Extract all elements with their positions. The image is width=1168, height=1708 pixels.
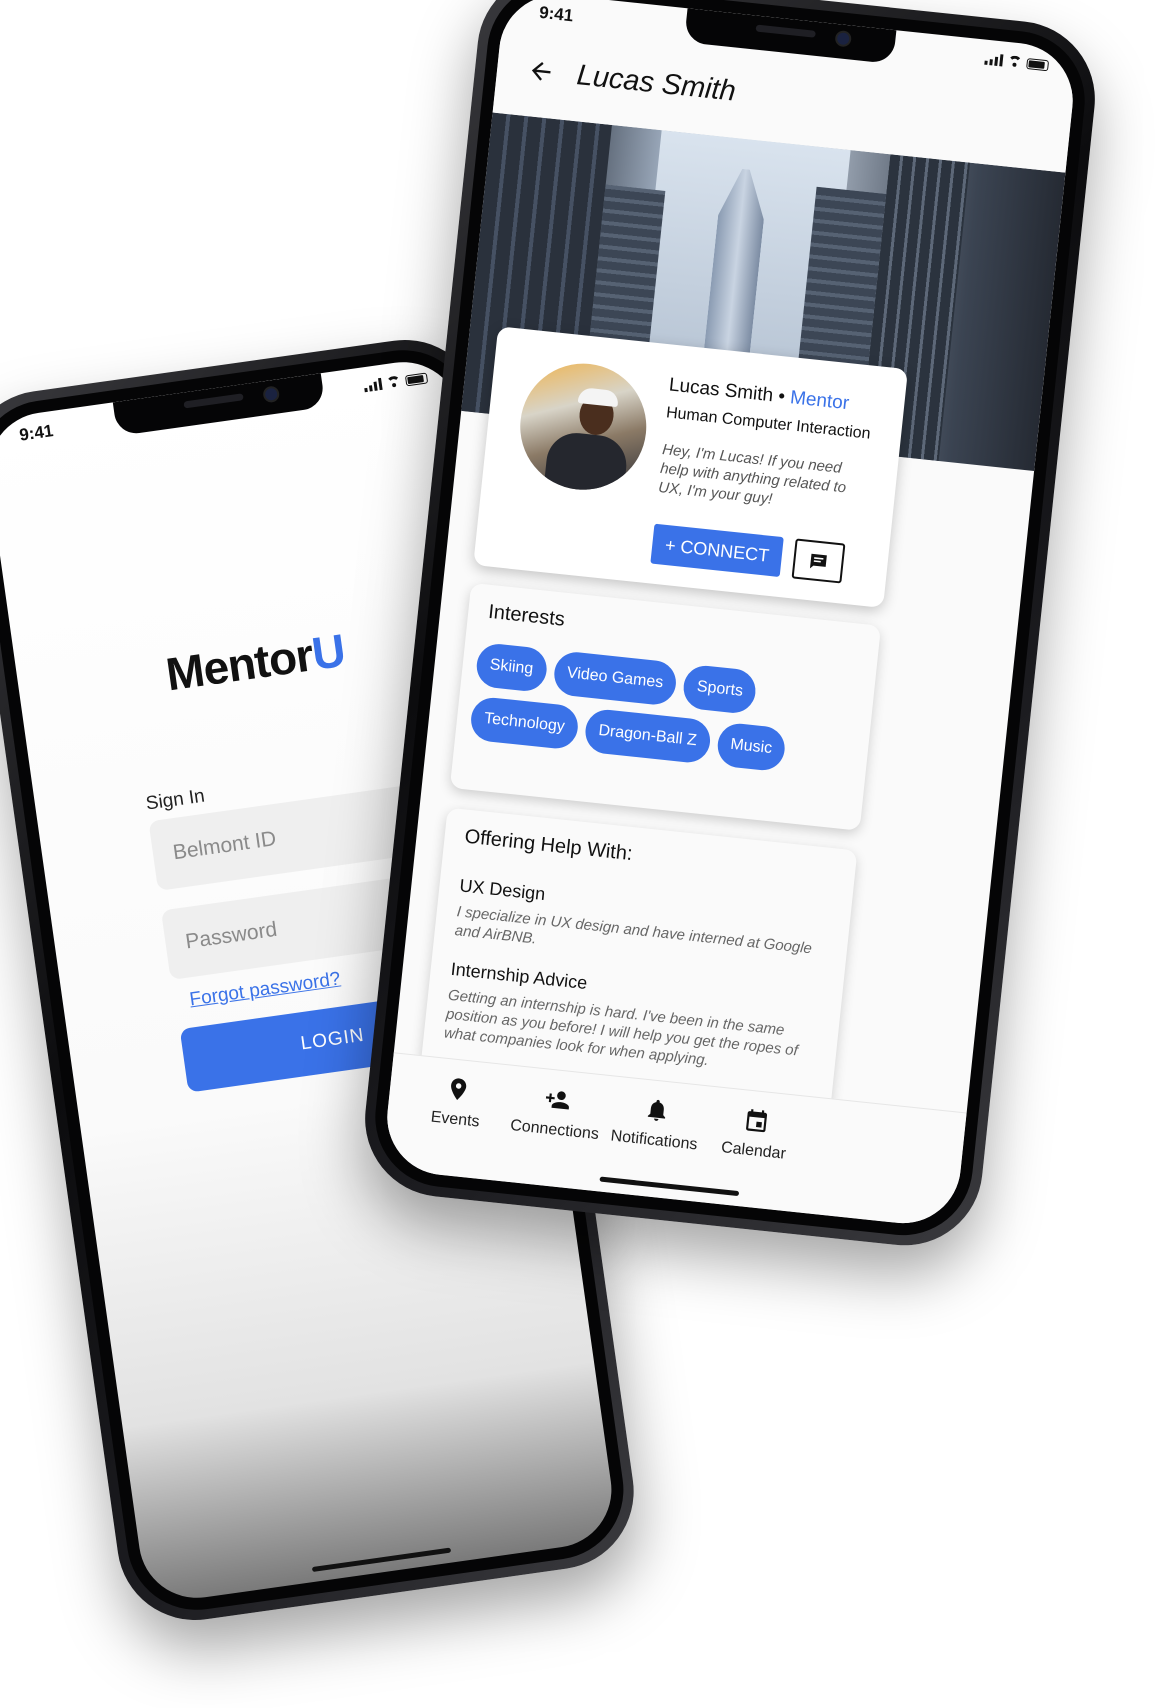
- profile-phone: 9:41 Lucas Smith Lucas Smith • Mentor Hu…: [357, 0, 1103, 1254]
- nav-label: Connections: [509, 1116, 600, 1144]
- forgot-password-link[interactable]: Forgot password?: [188, 968, 342, 1011]
- camera-icon: [262, 385, 281, 404]
- location-pin-icon: [451, 1078, 467, 1101]
- battery-icon: [404, 371, 429, 386]
- signal-icon: [984, 53, 1004, 67]
- interest-chip[interactable]: Dragon-Ball Z: [583, 707, 712, 765]
- nav-label: Calendar: [720, 1139, 787, 1163]
- interest-chip[interactable]: Skiing: [474, 641, 549, 693]
- interest-chip[interactable]: Sports: [681, 663, 759, 716]
- offering-item: UX Design I specialize in UX design and …: [454, 875, 829, 978]
- status-time: 9:41: [538, 2, 575, 26]
- speaker-grille: [183, 393, 244, 409]
- offering-title: Offering Help With:: [463, 825, 634, 866]
- nav-label: Events: [429, 1108, 481, 1131]
- interests-card: Interests Skiing Video Games Sports Tech…: [449, 582, 882, 831]
- nav-calendar[interactable]: Calendar: [703, 1102, 808, 1165]
- interest-chip[interactable]: Video Games: [551, 650, 679, 707]
- interest-chip[interactable]: Technology: [468, 695, 580, 751]
- bell-icon: [647, 1099, 666, 1121]
- nav-events[interactable]: Events: [404, 1071, 509, 1134]
- interest-chips: Skiing Video Games Sports Technology Dra…: [468, 641, 857, 779]
- message-button[interactable]: [791, 538, 846, 584]
- status-time: 9:41: [18, 421, 55, 445]
- camera-icon: [834, 29, 853, 48]
- back-arrow-icon[interactable]: [526, 56, 557, 87]
- interests-title: Interests: [487, 600, 566, 631]
- sign-in-label: Sign In: [144, 785, 207, 815]
- interest-chip[interactable]: Music: [715, 721, 788, 773]
- chat-icon: [809, 553, 827, 569]
- nav-label: Notifications: [609, 1127, 699, 1154]
- add-person-icon: [545, 1091, 569, 1110]
- logo-text: Mentor: [162, 628, 316, 701]
- profile-bio: Hey, I'm Lucas! If you need help with an…: [657, 441, 847, 508]
- wifi-icon: [386, 375, 402, 389]
- mockup-stage: 9:41 MentorU Sign In Belmont ID Password…: [0, 0, 1168, 1708]
- status-icons: [984, 52, 1050, 73]
- signal-icon: [363, 377, 383, 393]
- avatar: [514, 357, 653, 496]
- profile-name: Lucas Smith: [667, 374, 775, 407]
- profile-role: Mentor: [789, 387, 851, 415]
- status-icons: [363, 370, 429, 393]
- avatar-body: [542, 430, 630, 496]
- calendar-icon: [746, 1109, 768, 1133]
- profile-card: Lucas Smith • Mentor Human Computer Inte…: [473, 326, 909, 608]
- battery-icon: [1026, 57, 1050, 71]
- page-title: Lucas Smith: [575, 59, 738, 108]
- logo-accent: U: [308, 623, 348, 680]
- nav-connections[interactable]: Connections: [504, 1082, 609, 1145]
- wifi-icon: [1007, 55, 1022, 68]
- nav-notifications[interactable]: Notifications: [603, 1092, 708, 1155]
- speaker-grille: [755, 24, 816, 38]
- connect-button[interactable]: + CONNECT: [650, 523, 784, 578]
